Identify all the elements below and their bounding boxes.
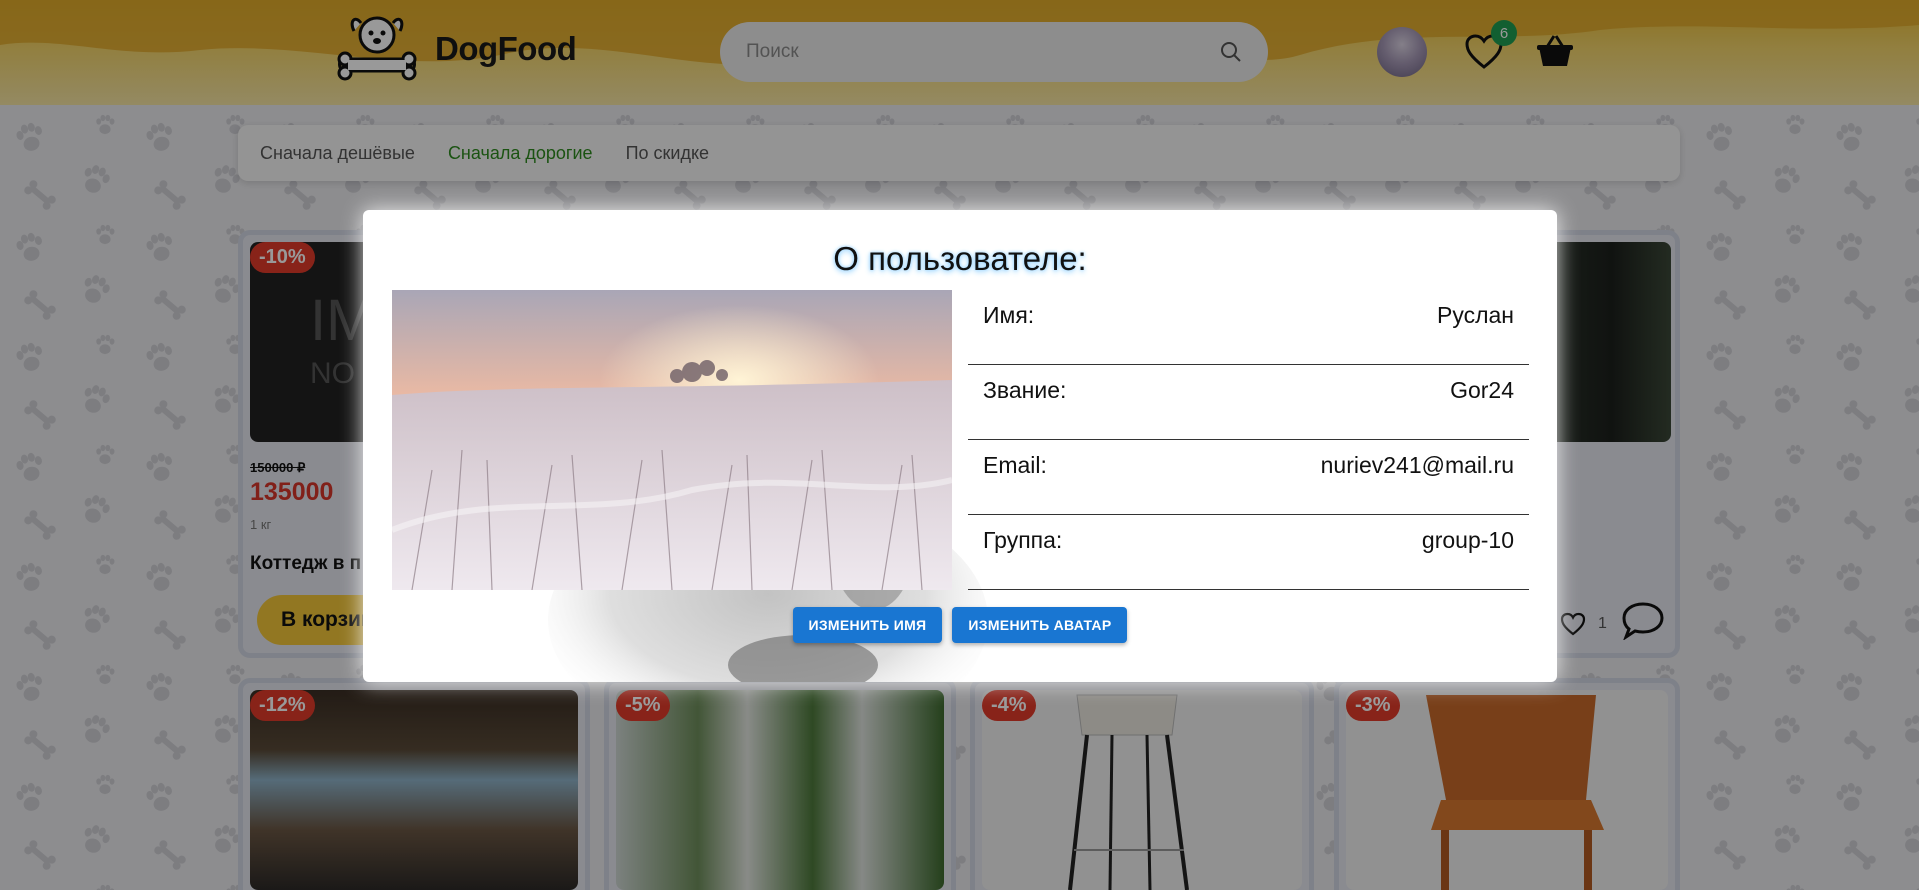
group-value: group-10: [1421, 527, 1514, 553]
user-info-modal: О пользователе: Имя: Руслан Звание: Gor2…: [363, 210, 1557, 682]
info-row-group: Группа: group-10: [968, 515, 1529, 590]
change-name-button[interactable]: Изменить имя: [792, 607, 943, 643]
user-info-list: Имя: Руслан Звание: Gor24 Email: nuriev2…: [968, 290, 1529, 590]
info-row-email: Email: nuriev241@mail.ru: [968, 440, 1529, 515]
change-avatar-button[interactable]: Изменить аватар: [952, 607, 1128, 643]
user-avatar-image: [392, 290, 952, 590]
name-label: Имя:: [983, 302, 1035, 328]
info-row-rank: Звание: Gor24: [968, 365, 1529, 440]
email-label: Email:: [983, 452, 1047, 478]
modal-actions: Изменить имя Изменить аватар: [363, 607, 1557, 643]
modal-title: О пользователе:: [833, 240, 1087, 277]
name-value: Руслан: [1437, 302, 1514, 328]
email-value: nuriev241@mail.ru: [1320, 452, 1514, 478]
rank-label: Звание:: [983, 377, 1067, 403]
group-label: Группа:: [983, 527, 1063, 553]
rank-value: Gor24: [1450, 377, 1514, 403]
info-row-name: Имя: Руслан: [968, 290, 1529, 365]
